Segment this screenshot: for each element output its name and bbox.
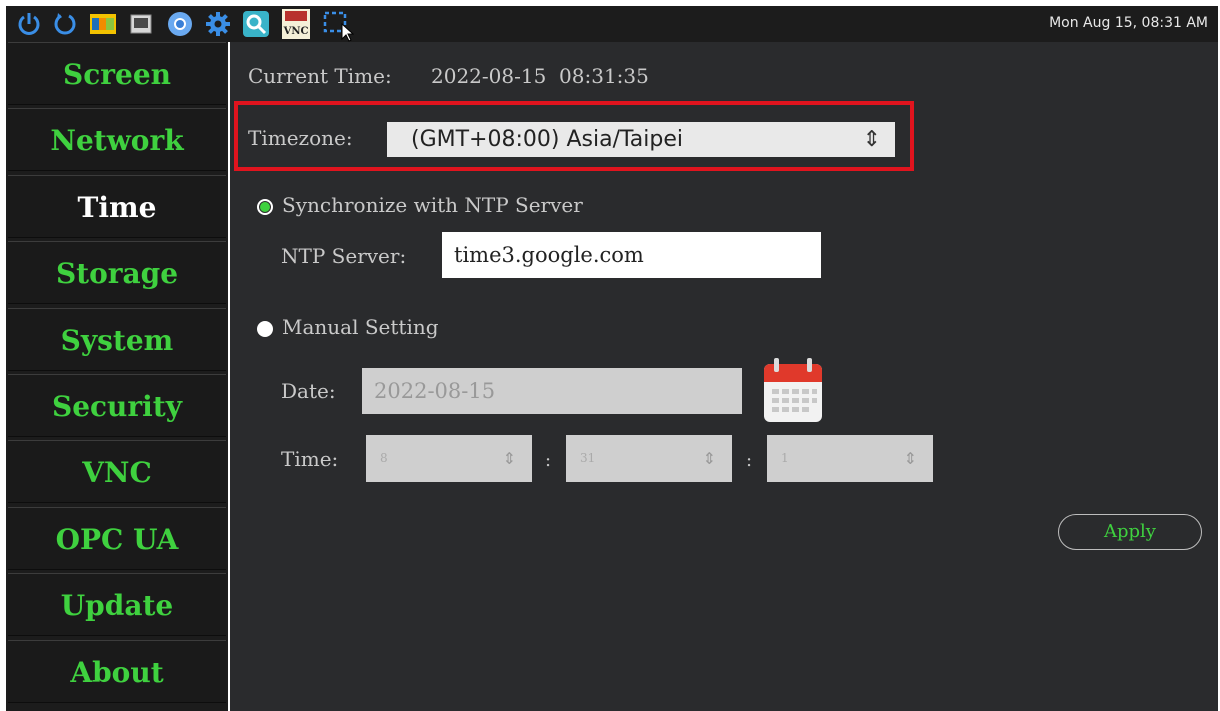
second-value: 1 [781, 451, 789, 465]
manual-radio[interactable] [257, 321, 273, 337]
sidebar-item-update[interactable]: Update [8, 573, 226, 636]
timezone-label: Timezone: [248, 126, 353, 150]
sidebar-item-time[interactable]: Time [8, 175, 226, 238]
manual-option-label: Manual Setting [282, 315, 439, 339]
sidebar-item-about[interactable]: About [8, 640, 226, 703]
spinner-arrows-icon: ⇕ [903, 449, 917, 468]
ntp-option-label: Synchronize with NTP Server [282, 193, 583, 217]
hour-spinner[interactable]: 8 ⇕ [366, 435, 532, 482]
sidebar-item-label: Storage [55, 256, 179, 290]
sidebar-item-network[interactable]: Network [8, 108, 226, 171]
taskbar-clock: Mon Aug 15, 08:31 AM [1049, 15, 1208, 31]
time-settings-panel: Current Time: 2022-08-15 08:31:35 Timezo… [230, 42, 1218, 711]
chromium-icon[interactable] [166, 10, 194, 38]
select-arrows-icon: ⇕ [862, 127, 881, 152]
sidebar-item-label: About [70, 655, 164, 689]
sidebar: Screen Network Time Storage System Secur… [6, 42, 228, 711]
time-label: Time: [281, 447, 339, 471]
current-time-value: 2022-08-15 08:31:35 [431, 64, 649, 88]
timezone-value: (GMT+08:00) Asia/Taipei [411, 127, 683, 152]
sidebar-item-label: OPC UA [55, 522, 179, 556]
refresh-icon[interactable] [52, 10, 78, 38]
sidebar-item-screen[interactable]: Screen [8, 42, 226, 105]
search-app-icon[interactable] [242, 10, 270, 38]
sidebar-item-storage[interactable]: Storage [8, 241, 226, 304]
second-spinner[interactable]: 1 ⇕ [767, 435, 933, 482]
sidebar-item-vnc[interactable]: VNC [8, 440, 226, 503]
sidebar-item-label: Update [60, 588, 174, 622]
sidebar-item-label: System [60, 323, 174, 357]
sidebar-item-label: Network [50, 123, 184, 157]
ntp-server-label: NTP Server: [281, 244, 407, 268]
sidebar-item-system[interactable]: System [8, 308, 226, 371]
time-separator: : [746, 450, 753, 471]
taskbar: VNC Mon Aug 15, 08:31 AM [6, 6, 1218, 42]
monitor-icon[interactable] [130, 14, 152, 34]
timezone-select[interactable]: (GMT+08:00) Asia/Taipei ⇕ [387, 122, 895, 157]
sidebar-item-label: VNC [82, 455, 152, 489]
spinner-arrows-icon: ⇕ [702, 449, 716, 468]
hour-value: 8 [380, 451, 388, 465]
sidebar-item-label: Screen [62, 57, 171, 91]
nxp-icon[interactable] [90, 14, 116, 34]
date-label: Date: [281, 379, 336, 403]
time-separator: : [545, 450, 552, 471]
ntp-radio[interactable] [257, 199, 273, 215]
tightvnc-icon[interactable]: VNC [282, 9, 310, 39]
minute-spinner[interactable]: 31 ⇕ [566, 435, 732, 482]
ntp-server-input[interactable]: time3.google.com [442, 232, 821, 278]
vnc-icon-text: VNC [283, 26, 309, 37]
sidebar-item-label: Time [77, 190, 157, 224]
minute-value: 31 [580, 451, 596, 465]
spinner-arrows-icon: ⇕ [502, 449, 516, 468]
date-input[interactable]: 2022-08-15 [362, 368, 742, 414]
sidebar-item-opc-ua[interactable]: OPC UA [8, 507, 226, 570]
calendar-icon[interactable] [762, 356, 824, 424]
sidebar-item-security[interactable]: Security [8, 374, 226, 437]
screenshot-select-icon[interactable] [322, 10, 354, 42]
gear-icon[interactable] [204, 10, 232, 38]
current-time-label: Current Time: [248, 64, 392, 88]
apply-button[interactable]: Apply [1058, 514, 1202, 550]
sidebar-item-label: Security [51, 389, 183, 423]
power-icon[interactable] [16, 10, 42, 38]
